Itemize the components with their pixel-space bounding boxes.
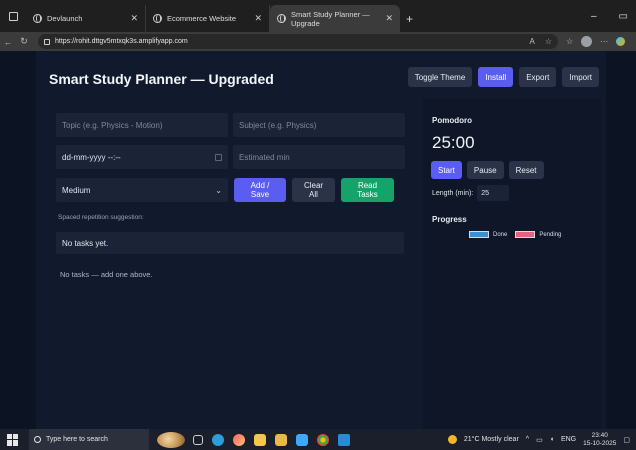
topic-placeholder: Topic (e.g. Physics - Motion) [62,120,163,130]
app-container: Smart Study Planner — Upgraded Toggle Th… [36,51,606,429]
url-text: https://rohit.dttgv5mtxqk3s.amplifyapp.c… [55,38,188,45]
clock-time: 23:40 [591,431,608,439]
language-indicator[interactable]: ENG [561,436,576,443]
copilot-icon[interactable] [616,37,626,46]
back-icon[interactable]: ← [0,37,16,47]
minutes-placeholder: Estimated min [239,152,290,162]
weather-icon [447,435,457,444]
taskbar: Type here to search 21°C Mostly clear ^ … [0,429,636,450]
estimated-minutes-input[interactable]: Estimated min [233,145,405,169]
clock[interactable]: 23:40 15-10-2025 [583,432,616,448]
pomodoro-title: Pomodoro [432,116,472,125]
search-highlight-icon[interactable] [157,431,185,448]
search-placeholder: Type here to search [46,436,108,443]
tab-title: Devlaunch [47,14,83,23]
tab-actions-icon[interactable] [0,0,26,32]
topic-input[interactable]: Topic (e.g. Physics - Motion) [56,113,228,137]
datetime-input[interactable]: dd-mm-yyyy --:-- [56,145,228,169]
legend-label-pending: Pending [539,231,562,238]
store-icon[interactable] [275,433,287,446]
export-button[interactable]: Export [519,67,557,87]
length-label: Length (min): [432,189,474,197]
edge-icon[interactable] [212,433,224,446]
priority-value: Medium [62,185,91,195]
page-title: Smart Study Planner — Upgraded [49,71,274,87]
tab-title: Smart Study Planner — Upgrade [291,9,370,28]
clock-date: 15-10-2025 [583,439,617,447]
length-value: 25 [481,189,490,197]
mail-icon[interactable] [296,433,308,446]
read-tasks-button[interactable]: Read Tasks [341,178,394,202]
add-save-button[interactable]: Add / Save [234,178,286,202]
toggle-theme-button[interactable]: Toggle Theme [407,67,473,87]
tab-title: Ecommerce Website [167,14,237,23]
spaced-repetition-box: No tasks yet. [56,232,404,254]
browser-tab-strip: Devlaunch ✕ Ecommerce Website ✕ Smart St… [0,0,636,32]
datetime-value: dd-mm-yyyy --:-- [62,152,121,162]
close-icon[interactable]: ✕ [254,13,262,24]
site-info-icon[interactable] [44,38,50,45]
maximize-icon[interactable]: ▭ [619,11,628,22]
system-tray: 21°C Mostly clear ^ ▭ ◖ ENG 23:40 15-10-… [447,432,636,448]
chevron-down-icon: ⌄ [215,185,222,195]
window-controls: – ▭ [591,11,636,22]
file-explorer-icon[interactable] [254,433,266,446]
pause-button[interactable]: Pause [466,161,504,179]
copilot-app-icon[interactable] [233,433,245,446]
legend-swatch-pending [515,231,536,238]
profile-avatar[interactable] [581,36,593,47]
subject-input[interactable]: Subject (e.g. Physics) [233,113,405,137]
pomodoro-timer: 25:00 [432,133,475,152]
more-menu-icon[interactable]: ··· [600,37,608,46]
close-icon[interactable]: ✕ [130,13,138,24]
windows-start-icon[interactable] [7,433,19,446]
legend-label-done: Done [493,231,508,238]
chrome-icon[interactable] [317,433,329,446]
calendar-icon[interactable] [215,153,222,161]
clear-all-button[interactable]: Clear All [292,178,335,202]
start-button[interactable]: Start [431,161,462,179]
tray-chevron-icon[interactable]: ^ [526,436,529,443]
import-button[interactable]: Import [562,67,599,87]
browser-tab-devlaunch[interactable]: Devlaunch ✕ [26,5,146,32]
url-field[interactable]: https://rohit.dttgv5mtxqk3s.amplifyapp.c… [38,34,558,49]
close-icon[interactable]: ✕ [385,13,393,24]
progress-title: Progress [432,215,467,224]
reset-button[interactable]: Reset [508,161,544,179]
read-aloud-icon[interactable]: A [529,37,534,46]
browser-tab-study-planner[interactable]: Smart Study Planner — Upgrade ✕ [270,5,400,32]
network-icon[interactable]: ▭ [536,436,543,444]
favorite-star-icon[interactable]: ☆ [545,37,552,46]
priority-select[interactable]: Medium ⌄ [56,178,228,202]
subject-placeholder: Subject (e.g. Physics) [239,120,317,130]
task-view-icon[interactable] [193,434,203,445]
new-tab-button[interactable]: + [400,12,419,32]
spaced-repetition-value: No tasks yet. [62,238,109,248]
length-input[interactable]: 25 [477,185,510,201]
spaced-repetition-label: Spaced repetition suggestion: [58,214,144,221]
address-bar: ← ↻ https://rohit.dttgv5mtxqk3s.amplifya… [0,32,636,51]
minimize-icon[interactable]: – [591,11,597,22]
page-background: Smart Study Planner — Upgraded Toggle Th… [0,51,636,429]
install-button[interactable]: Install [478,67,514,87]
volume-icon[interactable]: ◖ [550,436,554,443]
progress-legend: Done Pending [469,231,561,238]
refresh-icon[interactable]: ↻ [16,36,32,47]
side-panel: Pomodoro 25:00 Start Pause Reset Length … [423,99,601,429]
notification-icon[interactable]: ▢ [623,436,630,444]
globe-icon [153,14,162,23]
search-icon [34,436,41,443]
header-actions: Toggle Theme Install Export Import [407,67,599,87]
taskbar-search[interactable]: Type here to search [29,429,149,450]
favorites-icon[interactable]: ☆ [566,37,573,46]
legend-swatch-done [469,231,489,238]
globe-icon [33,14,42,23]
globe-icon [277,14,286,23]
weather-text[interactable]: 21°C Mostly clear [464,436,519,443]
vscode-icon[interactable] [338,433,350,446]
browser-tab-ecommerce[interactable]: Ecommerce Website ✕ [146,5,270,32]
task-list-empty-message: No tasks — add one above. [60,270,153,279]
